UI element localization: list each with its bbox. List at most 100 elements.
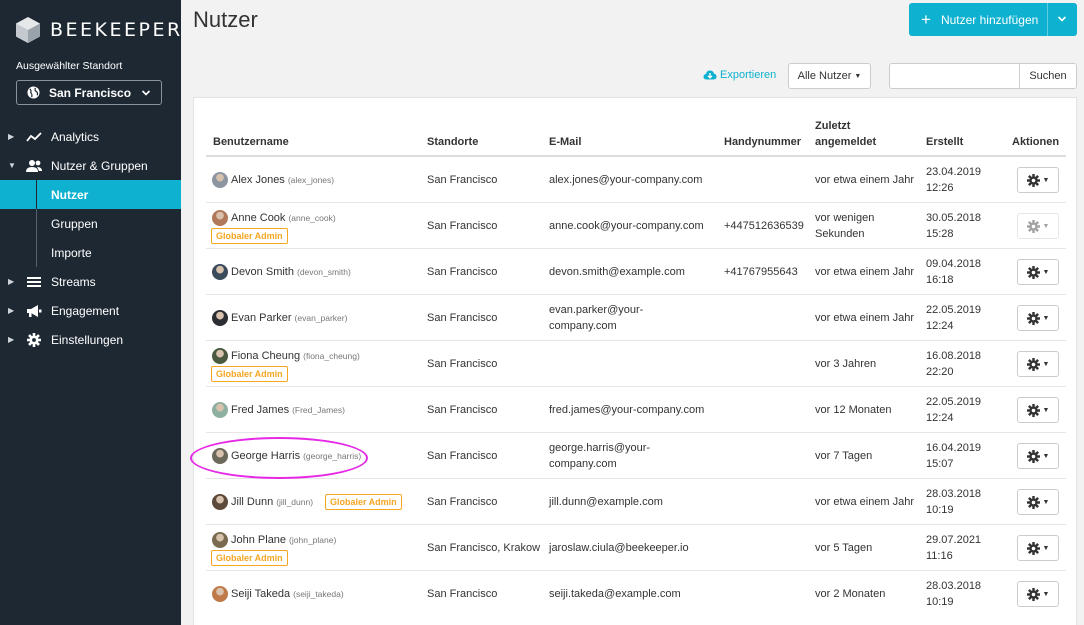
user-handle: (george_harris)	[303, 451, 362, 461]
nav-item-imports[interactable]: Importe	[0, 238, 181, 267]
avatar	[212, 448, 228, 464]
column-header-created[interactable]: Erstellt	[926, 134, 963, 150]
column-header-locations[interactable]: Standorte	[427, 134, 478, 150]
nav-item-engagement[interactable]: ▶ Engagement	[0, 296, 181, 325]
gear-icon	[1026, 265, 1040, 279]
last-login-line2: Sekunden	[815, 228, 865, 240]
user-cell[interactable]: Fred James (Fred_James)	[212, 402, 345, 418]
global-admin-badge: Globaler Admin	[325, 494, 402, 510]
email-line1: evan.parker@your-	[549, 304, 644, 316]
created-cell: 16.04.2019 15:07	[926, 440, 981, 472]
nav-tree-line	[36, 180, 37, 209]
column-header-phone[interactable]: Handynummer	[724, 134, 801, 150]
nav-item-analytics[interactable]: ▶ Analytics	[0, 122, 181, 151]
caret-down-icon: ▼	[8, 161, 16, 170]
created-time: 10:19	[926, 596, 954, 608]
table-row[interactable]: Anne Cook (anne_cook) Globaler Admin San Fr…	[206, 203, 1066, 249]
column-header-last-login[interactable]: Zuletzt angemeldet	[815, 118, 876, 150]
row-actions-button[interactable]: ▼	[1017, 167, 1059, 193]
location-cell: San Francisco	[427, 404, 498, 416]
add-user-button[interactable]: + Nutzer hinzufügen	[909, 3, 1077, 36]
created-time: 12:24	[926, 320, 954, 332]
avatar	[212, 532, 228, 548]
row-actions-button[interactable]: ▼	[1017, 259, 1059, 285]
nav-item-users[interactable]: Nutzer	[0, 180, 181, 209]
nav-label: Engagement	[51, 303, 120, 318]
caret-down-icon: ▼	[1042, 590, 1050, 598]
column-header-last-login-line1: Zuletzt	[815, 120, 851, 132]
search-input[interactable]	[889, 63, 1020, 89]
last-login-cell: vor etwa einem Jahr	[815, 174, 915, 186]
user-cell[interactable]: Anne Cook (anne_cook)	[212, 210, 336, 226]
users-icon	[26, 159, 42, 172]
avatar	[212, 586, 228, 602]
row-actions-button[interactable]: ▼	[1017, 397, 1059, 423]
logo-text: BEEKEEPER	[50, 19, 183, 41]
row-actions-button[interactable]: ▼	[1017, 213, 1059, 239]
user-cell[interactable]: Evan Parker (evan_parker)	[212, 310, 347, 326]
location-label: Ausgewählter Standort	[16, 60, 123, 72]
user-display-name: Seiji Takeda	[231, 588, 291, 600]
created-date: 23.04.2019	[926, 166, 982, 178]
user-handle: (anne_cook)	[288, 213, 336, 223]
column-header-username[interactable]: Benutzername	[213, 134, 289, 150]
caret-right-icon: ▶	[8, 277, 15, 286]
button-divider	[1047, 3, 1048, 36]
last-login-cell: vor wenigen Sekunden	[815, 210, 874, 242]
table-row[interactable]: Fred James (Fred_James) San Francisco fred.…	[206, 387, 1066, 433]
nav-item-streams[interactable]: ▶ Streams	[0, 267, 181, 296]
caret-down-icon: ▼	[1042, 498, 1050, 506]
user-handle: (evan_parker)	[294, 313, 348, 323]
table-row[interactable]: Jill Dunn (jill_dunn) Globaler Admin San Fr…	[206, 479, 1066, 525]
table-row[interactable]: John Plane (john_plane) Globaler Admin San …	[206, 525, 1066, 571]
user-cell[interactable]: Devon Smith (devon_smith)	[212, 264, 351, 280]
user-cell[interactable]: Seiji Takeda (seiji_takeda)	[212, 586, 344, 602]
beekeeper-logo[interactable]: BEEKEEPER	[16, 16, 183, 44]
phone-cell: +41767955643	[724, 266, 798, 278]
location-cell: San Francisco	[427, 220, 498, 232]
table-row[interactable]: Seiji Takeda (seiji_takeda) San Francisco s…	[206, 571, 1066, 617]
user-cell[interactable]: George Harris (george_harris)	[212, 448, 361, 464]
user-handle: (jill_dunn)	[276, 497, 314, 507]
caret-down-icon: ▼	[1042, 544, 1050, 552]
email-cell: alex.jones@your-company.com	[549, 174, 703, 186]
column-header-email[interactable]: E-Mail	[549, 134, 581, 150]
search-button[interactable]: Suchen	[1019, 63, 1077, 89]
user-cell[interactable]: Jill Dunn (jill_dunn)	[212, 494, 313, 510]
user-display-name: Evan Parker	[231, 312, 292, 324]
analytics-icon	[26, 131, 42, 142]
created-date: 30.05.2018	[926, 212, 982, 224]
nav-item-groups[interactable]: Gruppen	[0, 209, 181, 238]
last-login-cell: vor 7 Tagen	[815, 450, 873, 462]
table-row[interactable]: George Harris (george_harris) San Francisc…	[206, 433, 1066, 479]
avatar	[212, 264, 228, 280]
chevron-down-icon[interactable]	[1057, 14, 1067, 24]
row-actions-button[interactable]: ▼	[1017, 351, 1059, 377]
created-date: 28.03.2018	[926, 580, 982, 592]
table-row[interactable]: Devon Smith (devon_smith) San Francisco dev…	[206, 249, 1066, 295]
user-cell[interactable]: Fiona Cheung (fiona_cheung)	[212, 348, 360, 364]
nav-item-users-groups[interactable]: ▼ Nutzer & Gruppen	[0, 151, 181, 180]
location-select[interactable]: San Francisco	[16, 80, 162, 105]
created-cell: 16.08.2018 22:20	[926, 348, 981, 380]
user-filter-dropdown[interactable]: Alle Nutzer ▼	[788, 63, 871, 89]
table-row[interactable]: Fiona Cheung (fiona_cheung) Globaler Admin…	[206, 341, 1066, 387]
globe-icon	[27, 86, 40, 99]
table-row[interactable]: Alex Jones (alex_jones) San Francisco alex.…	[206, 157, 1066, 203]
row-actions-button[interactable]: ▼	[1017, 535, 1059, 561]
export-link[interactable]: Exportieren	[703, 69, 776, 81]
user-cell[interactable]: John Plane (john_plane)	[212, 532, 336, 548]
sidebar: BEEKEEPER Ausgewählter Standort San Fran…	[0, 0, 181, 625]
chevron-down-icon	[141, 89, 151, 96]
user-cell[interactable]: Alex Jones (alex_jones)	[212, 172, 334, 188]
nav-item-settings[interactable]: ▶ Einstellungen	[0, 325, 181, 354]
table-row[interactable]: Evan Parker (evan_parker) San Francisco eva…	[206, 295, 1066, 341]
row-actions-button[interactable]: ▼	[1017, 443, 1059, 469]
email-line2: company.com	[549, 458, 617, 470]
nav-label: Gruppen	[51, 216, 98, 231]
row-actions-button[interactable]: ▼	[1017, 489, 1059, 515]
row-actions-button[interactable]: ▼	[1017, 581, 1059, 607]
created-date: 22.05.2019	[926, 396, 982, 408]
row-actions-button[interactable]: ▼	[1017, 305, 1059, 331]
last-login-cell: vor 12 Monaten	[815, 404, 892, 416]
